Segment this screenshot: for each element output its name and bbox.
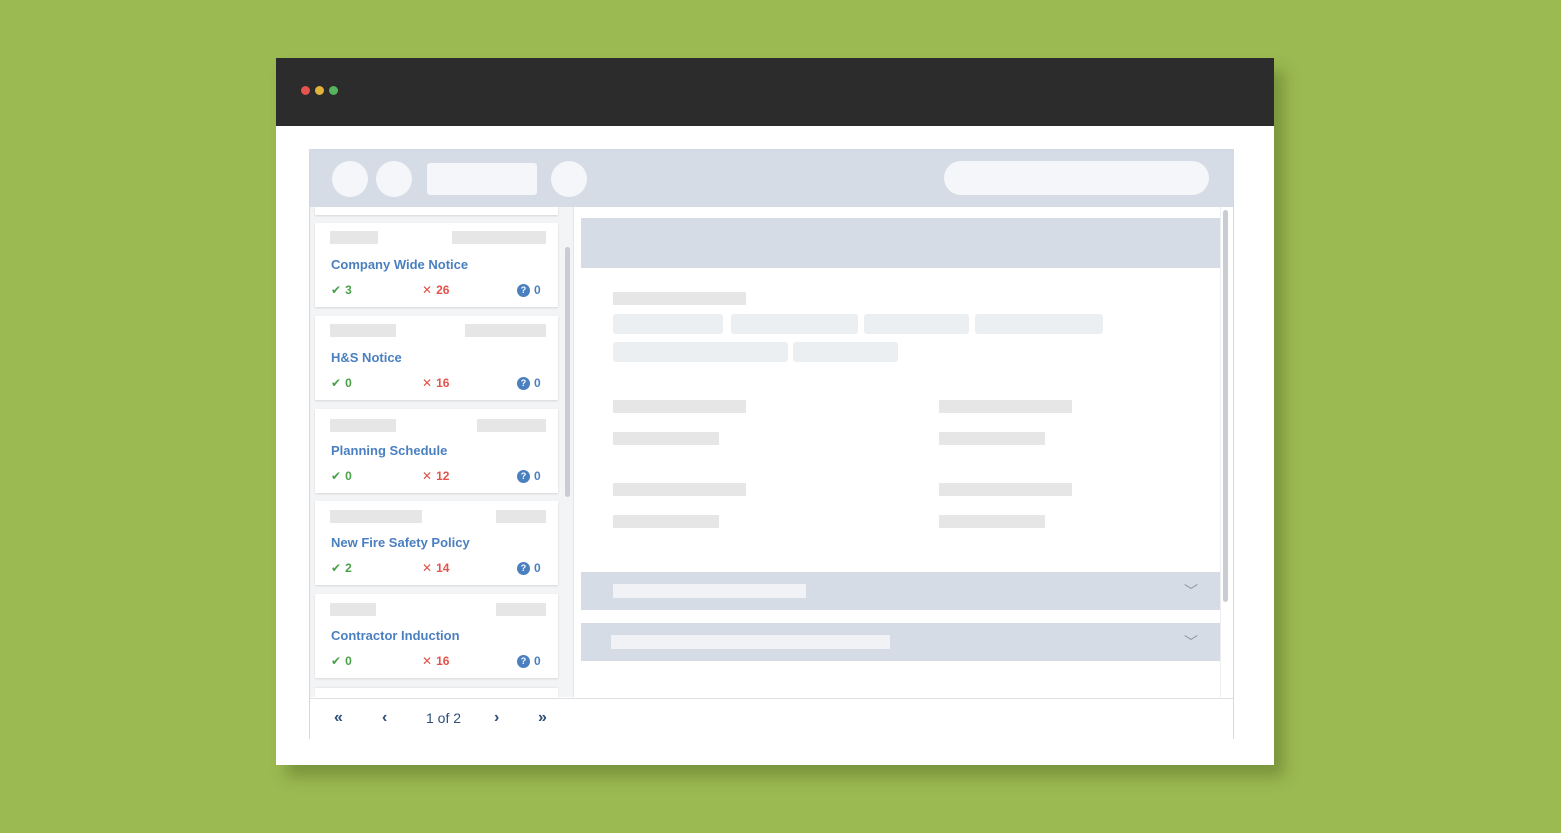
- accepted-count: ✔ 2: [331, 561, 352, 575]
- window-titlebar: [276, 58, 1274, 126]
- rejected-count: ✕ 14: [422, 561, 450, 575]
- list-item-title[interactable]: Contractor Induction: [331, 628, 460, 643]
- cross-icon: ✕: [422, 283, 433, 297]
- placeholder-bar: [452, 231, 546, 244]
- rejected-count: ✕ 26: [422, 283, 450, 297]
- placeholder-bar: [330, 324, 396, 337]
- accepted-count: ✔ 0: [331, 469, 352, 483]
- scroll-track: [1220, 207, 1221, 697]
- unknown-count: ? 0: [517, 469, 541, 483]
- question-circle-icon: ?: [517, 376, 530, 390]
- toolbar-dropdown[interactable]: [427, 163, 537, 195]
- list-item-title[interactable]: Planning Schedule: [331, 443, 447, 458]
- rejected-count: ✕ 16: [422, 654, 450, 668]
- placeholder-chip: [864, 314, 969, 334]
- list-item[interactable]: Contractor Induction ✔ 0 ✕ 16 ? 0: [315, 594, 558, 678]
- question-circle-icon: ?: [517, 283, 530, 297]
- rejected-count: ✕ 16: [422, 376, 450, 390]
- list-item-title[interactable]: Company Wide Notice: [331, 257, 468, 272]
- list-item[interactable]: H&S Notice ✔ 0 ✕ 16 ? 0: [315, 316, 558, 400]
- accordion-section[interactable]: ﹀: [581, 572, 1220, 610]
- toolbar: [310, 150, 1233, 207]
- accepted-count: ✔ 0: [331, 654, 352, 668]
- check-icon: ✔: [331, 283, 342, 297]
- check-icon: ✔: [331, 561, 342, 575]
- chevron-down-icon[interactable]: ﹀: [1184, 632, 1198, 652]
- placeholder-bar: [330, 231, 378, 244]
- rejected-count: ✕ 12: [422, 469, 450, 483]
- list-item-title[interactable]: New Fire Safety Policy: [331, 535, 470, 550]
- accepted-count: ✔ 3: [331, 283, 352, 297]
- cross-icon: ✕: [422, 469, 433, 483]
- placeholder-bar: [613, 432, 719, 445]
- placeholder-bar: [613, 483, 746, 496]
- list-item-partial[interactable]: [315, 688, 558, 697]
- question-circle-icon: ?: [517, 654, 530, 668]
- browser-window: Company Wide Notice ✔ 3 ✕ 26 ? 0 H&S Notice…: [276, 58, 1274, 765]
- placeholder-bar: [496, 603, 546, 616]
- first-page-button[interactable]: «: [334, 709, 343, 727]
- cross-icon: ✕: [422, 654, 433, 668]
- question-circle-icon: ?: [517, 469, 530, 483]
- prev-page-button[interactable]: ‹: [382, 709, 387, 727]
- sidebar-divider: [573, 207, 574, 697]
- unknown-count: ? 0: [517, 654, 541, 668]
- placeholder-bar: [330, 510, 422, 523]
- detail-header: [581, 218, 1220, 268]
- placeholder-chip: [613, 342, 788, 362]
- check-icon: ✔: [331, 654, 342, 668]
- placeholder-bar: [613, 400, 746, 413]
- pagination: « ‹ 1 of 2 › »: [310, 698, 1233, 739]
- page-indicator: 1 of 2: [426, 710, 462, 726]
- check-icon: ✔: [331, 376, 342, 390]
- maximize-window-button[interactable]: [329, 86, 338, 95]
- toolbar-button-1[interactable]: [332, 161, 368, 197]
- detail-panel: ﹀ ﹀: [575, 207, 1233, 697]
- list-item[interactable]: New Fire Safety Policy ✔ 2 ✕ 14 ? 0: [315, 501, 558, 585]
- unknown-count: ? 0: [517, 561, 541, 575]
- cross-icon: ✕: [422, 376, 433, 390]
- placeholder-bar: [613, 292, 746, 305]
- detail-scrollbar[interactable]: [1223, 210, 1228, 602]
- placeholder-bar: [611, 635, 890, 649]
- sidebar-scrollbar[interactable]: [565, 247, 570, 497]
- accordion-section[interactable]: ﹀: [581, 623, 1220, 661]
- placeholder-chip: [731, 314, 858, 334]
- placeholder-bar: [939, 400, 1072, 413]
- placeholder-bar: [939, 483, 1072, 496]
- placeholder-chip: [975, 314, 1103, 334]
- unknown-count: ? 0: [517, 283, 541, 297]
- placeholder-bar: [330, 419, 396, 432]
- unknown-count: ? 0: [517, 376, 541, 390]
- search-input[interactable]: [944, 161, 1209, 195]
- toolbar-button-3[interactable]: [551, 161, 587, 197]
- minimize-window-button[interactable]: [315, 86, 324, 95]
- placeholder-chip: [613, 314, 723, 334]
- list-item-partial[interactable]: [315, 207, 558, 215]
- placeholder-bar: [496, 510, 546, 523]
- list-item[interactable]: Company Wide Notice ✔ 3 ✕ 26 ? 0: [315, 223, 558, 307]
- accepted-count: ✔ 0: [331, 376, 352, 390]
- next-page-button[interactable]: ›: [494, 709, 499, 727]
- placeholder-bar: [330, 603, 376, 616]
- sidebar-list: Company Wide Notice ✔ 3 ✕ 26 ? 0 H&S Notice…: [310, 207, 573, 697]
- placeholder-bar: [939, 432, 1045, 445]
- placeholder-chip: [793, 342, 898, 362]
- placeholder-bar: [939, 515, 1045, 528]
- check-icon: ✔: [331, 469, 342, 483]
- question-circle-icon: ?: [517, 561, 530, 575]
- placeholder-bar: [613, 515, 719, 528]
- toolbar-button-2[interactable]: [376, 161, 412, 197]
- list-item[interactable]: Planning Schedule ✔ 0 ✕ 12 ? 0: [315, 409, 558, 493]
- placeholder-bar: [477, 419, 546, 432]
- list-item-title[interactable]: H&S Notice: [331, 350, 402, 365]
- close-window-button[interactable]: [301, 86, 310, 95]
- last-page-button[interactable]: »: [538, 709, 547, 727]
- app-frame: Company Wide Notice ✔ 3 ✕ 26 ? 0 H&S Notice…: [309, 149, 1234, 739]
- chevron-down-icon[interactable]: ﹀: [1184, 581, 1198, 601]
- placeholder-bar: [613, 584, 806, 598]
- placeholder-bar: [465, 324, 546, 337]
- cross-icon: ✕: [422, 561, 433, 575]
